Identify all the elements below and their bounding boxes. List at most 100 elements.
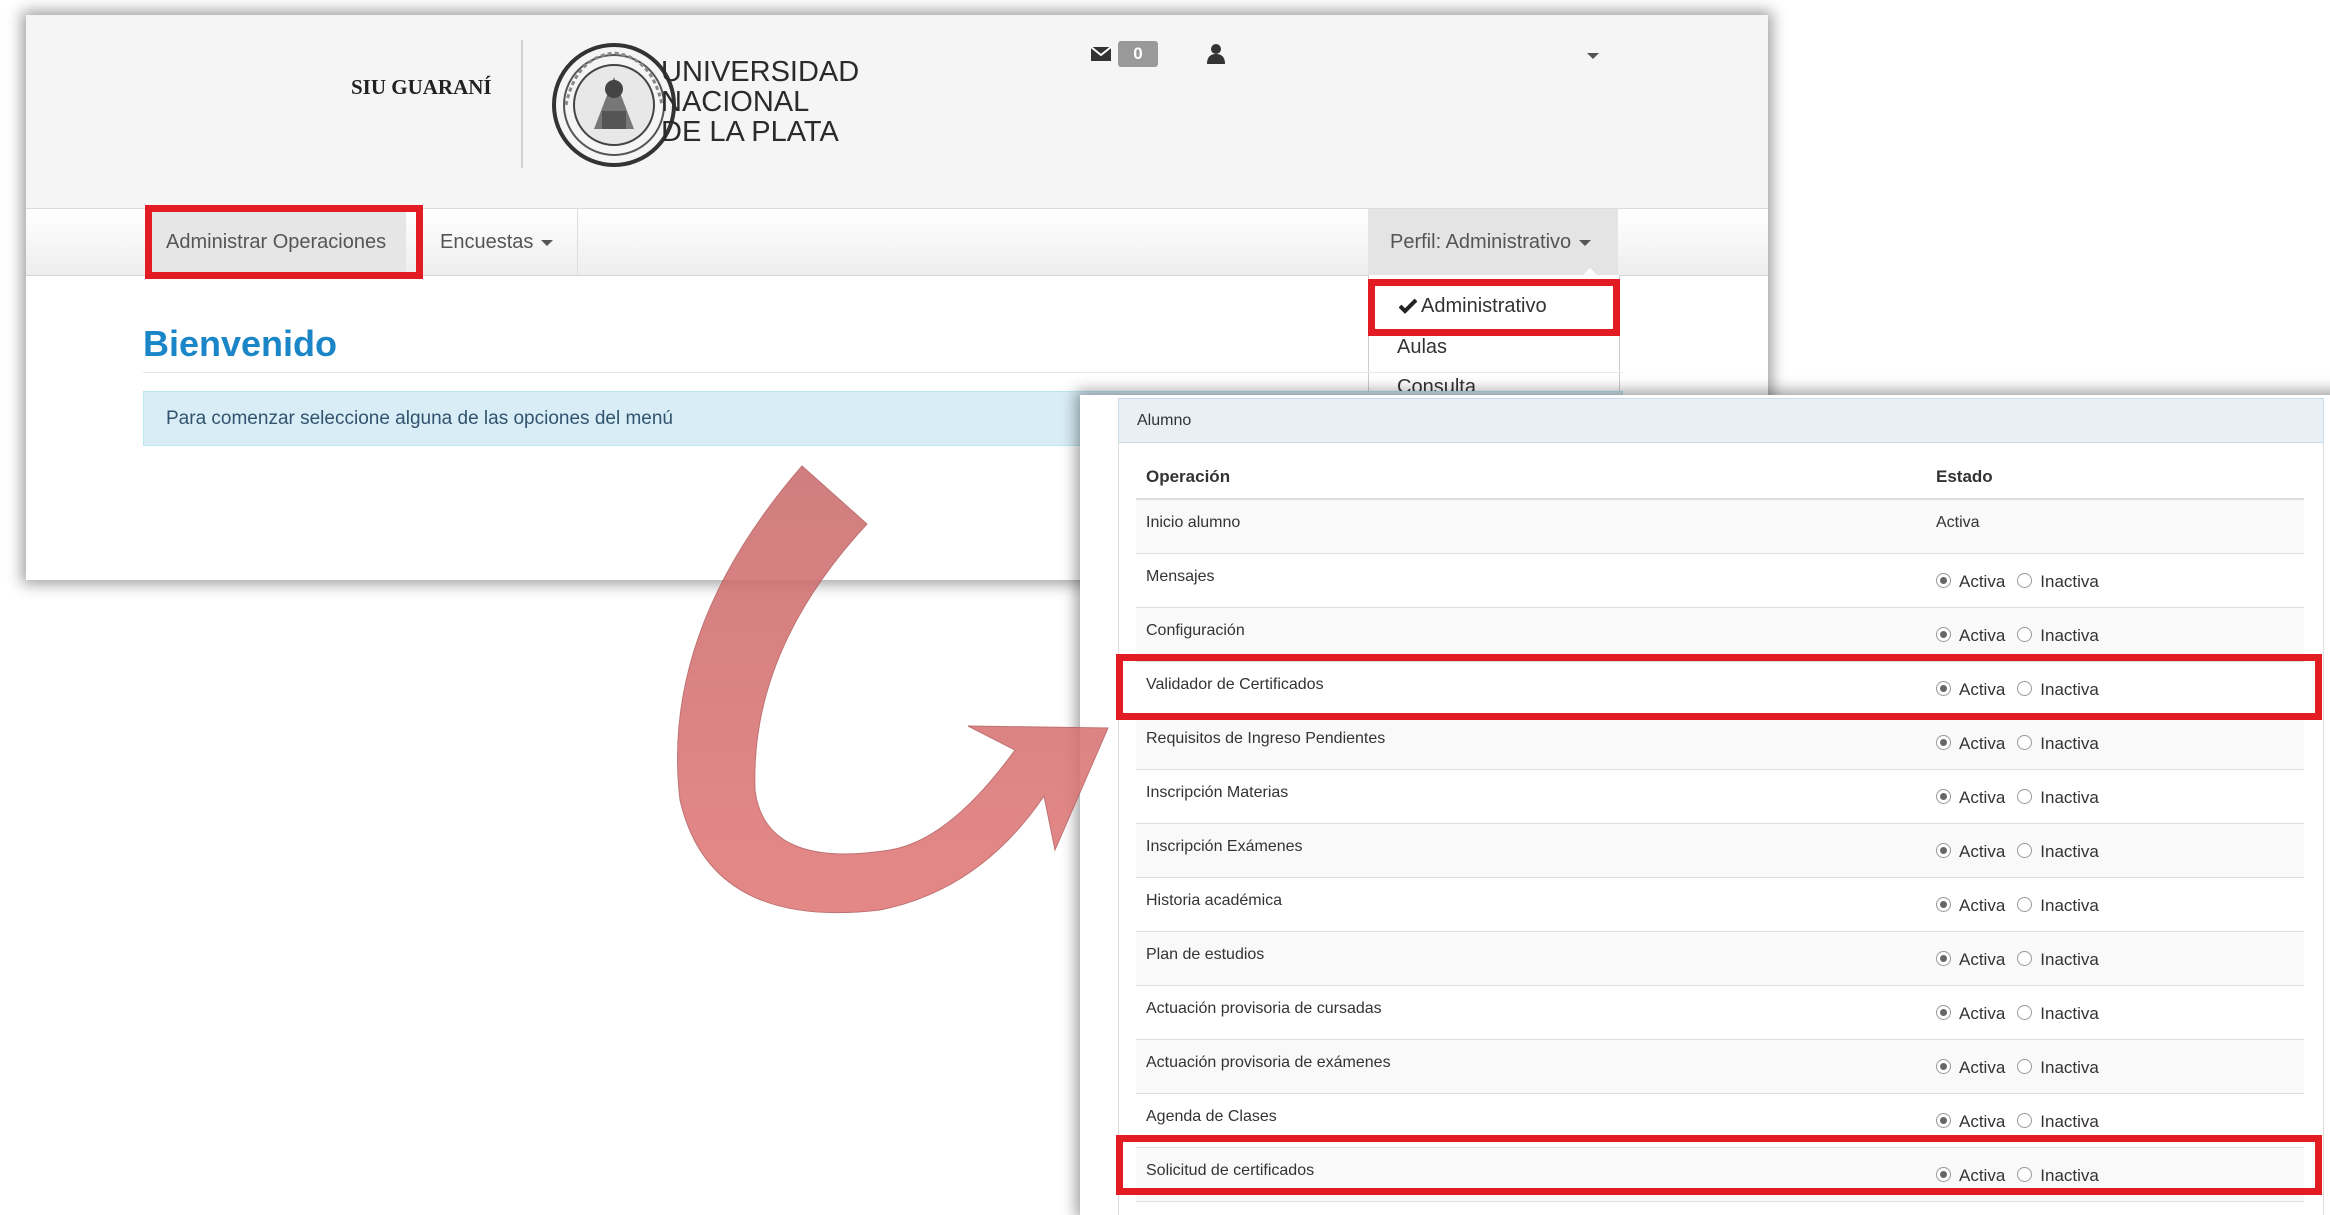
table-row: Requisitos de Ingreso Pendientes Activa In…: [1136, 716, 2304, 770]
radio-activa[interactable]: [1936, 789, 1951, 804]
radio-inactiva-label: Inactiva: [2040, 896, 2099, 915]
radio-inactiva[interactable]: [2017, 1005, 2033, 1020]
radio-activa[interactable]: [1936, 735, 1951, 750]
title-divider: [143, 372, 1623, 373]
radio-activa[interactable]: [1936, 951, 1951, 966]
university-line-1: UNIVERSIDAD: [661, 56, 860, 88]
radio-activa[interactable]: [1936, 843, 1951, 858]
table-row: Actuación provisoria de exámenes Activa In…: [1136, 1040, 2304, 1094]
university-line-2: NACIONAL: [661, 86, 810, 118]
estado-radio-group: Activa Inactiva: [1936, 1058, 2111, 1078]
table-row: Actuación provisoria de cursadas Activa In…: [1136, 986, 2304, 1040]
operation-name: Configuración: [1146, 622, 1245, 639]
estado-radio-group: Activa Inactiva: [1936, 626, 2111, 646]
operations-table: Operación Estado Inicio alumno Activa Mens…: [1136, 457, 2304, 1202]
radio-inactiva[interactable]: [2017, 789, 2033, 804]
user-menu-caret-icon[interactable]: [1587, 53, 1599, 59]
radio-activa[interactable]: [1936, 627, 1951, 642]
radio-activa[interactable]: [1936, 1059, 1951, 1074]
radio-inactiva-label: Inactiva: [2040, 734, 2099, 753]
radio-inactiva-label: Inactiva: [2040, 788, 2099, 807]
table-rows: Inicio alumno Activa Mensajes Activa Inactiv…: [1136, 500, 2304, 1202]
radio-inactiva[interactable]: [2017, 735, 2033, 750]
dropdown-pointer: [1582, 268, 1598, 276]
radio-inactiva-label: Inactiva: [2040, 572, 2099, 591]
envelope-icon[interactable]: [1090, 45, 1112, 63]
estado-radio-group: Activa Inactiva: [1936, 1004, 2111, 1024]
table-row: Inscripción Materias Activa Inactiva: [1136, 770, 2304, 824]
operation-name: Inscripción Exámenes: [1146, 838, 1303, 855]
dropdown-item-aulas[interactable]: Aulas: [1397, 336, 1447, 359]
operation-name: Mensajes: [1146, 568, 1215, 585]
highlight-validador-certificados: [1116, 654, 2322, 720]
radio-inactiva[interactable]: [2017, 951, 2033, 966]
operation-name: Actuación provisoria de cursadas: [1146, 1000, 1382, 1017]
panel-title: Alumno: [1118, 398, 2324, 443]
radio-inactiva[interactable]: [2017, 843, 2033, 858]
dropdown-item-label: Aulas: [1397, 336, 1448, 358]
radio-activa-label: Activa: [1959, 950, 2006, 969]
estado-value: Activa: [1936, 514, 1980, 531]
radio-activa-label: Activa: [1959, 842, 2006, 861]
radio-inactiva-label: Inactiva: [2040, 950, 2099, 969]
table-row: Mensajes Activa Inactiva: [1136, 554, 2304, 608]
radio-inactiva-label: Inactiva: [2040, 1112, 2099, 1131]
estado-radio-group: Activa Inactiva: [1936, 896, 2111, 916]
radio-activa[interactable]: [1936, 573, 1951, 588]
operations-window: Alumno Operación Estado Inicio alumno Act…: [1080, 395, 2330, 1215]
operation-name: Inscripción Materias: [1146, 784, 1289, 801]
university-line-3: DE LA PLATA: [661, 116, 839, 148]
radio-activa[interactable]: [1936, 1113, 1951, 1128]
table-header: Operación Estado: [1136, 457, 2304, 500]
radio-activa-label: Activa: [1959, 1004, 2006, 1023]
table-row: Inscripción Exámenes Activa Inactiva: [1136, 824, 2304, 878]
radio-activa[interactable]: [1936, 897, 1951, 912]
chevron-down-icon: [541, 239, 554, 246]
table-row: Historia académica Activa Inactiva: [1136, 878, 2304, 932]
estado-radio-group: Activa Inactiva: [1936, 572, 2111, 592]
highlight-administrativo: [1368, 279, 1620, 336]
user-icon[interactable]: [1206, 43, 1226, 65]
highlight-administrar-operaciones: [145, 205, 423, 279]
radio-activa[interactable]: [1936, 1005, 1951, 1020]
radio-activa-label: Activa: [1959, 1112, 2006, 1131]
university-name: UNIVERSIDAD NACIONAL DE LA PLATA: [661, 57, 859, 147]
radio-activa-label: Activa: [1959, 788, 2006, 807]
column-header-operacion: Operación: [1146, 467, 1231, 486]
nav-perfil[interactable]: Perfil: Administrativo: [1368, 209, 1618, 275]
radio-activa-label: Activa: [1959, 1058, 2006, 1077]
radio-inactiva-label: Inactiva: [2040, 626, 2099, 645]
siu-brand: SIU GUARANÍ: [351, 75, 492, 99]
operation-name: Historia académica: [1146, 892, 1283, 909]
operation-name: Agenda de Clases: [1146, 1108, 1277, 1125]
brand-divider: [521, 40, 523, 168]
estado-radio-group: Activa Inactiva: [1936, 788, 2111, 808]
table-row: Plan de estudios Activa Inactiva: [1136, 932, 2304, 986]
radio-inactiva[interactable]: [2017, 897, 2033, 912]
nav-perfil-label: Perfil: Administrativo: [1390, 231, 1572, 253]
nav-encuestas[interactable]: Encuestas: [440, 209, 579, 275]
estado-radio-group: Activa Inactiva: [1936, 950, 2111, 970]
radio-inactiva-label: Inactiva: [2040, 842, 2099, 861]
table-row: Inicio alumno Activa: [1136, 500, 2304, 554]
chevron-down-icon: [1579, 239, 1592, 246]
radio-activa-label: Activa: [1959, 896, 2006, 915]
estado-radio-group: Activa Inactiva: [1936, 1112, 2111, 1132]
radio-inactiva[interactable]: [2017, 627, 2033, 642]
radio-activa-label: Activa: [1959, 572, 2006, 591]
radio-activa-label: Activa: [1959, 734, 2006, 753]
estado-radio-group: Activa Inactiva: [1936, 734, 2111, 754]
radio-inactiva[interactable]: [2017, 573, 2033, 588]
operation-name: Requisitos de Ingreso Pendientes: [1146, 730, 1386, 747]
operation-name: Actuación provisoria de exámenes: [1146, 1054, 1391, 1071]
operation-name: Plan de estudios: [1146, 946, 1265, 963]
column-header-estado: Estado: [1936, 467, 1993, 486]
header: [26, 15, 1768, 209]
operation-name: Inicio alumno: [1146, 514, 1241, 531]
radio-inactiva[interactable]: [2017, 1113, 2033, 1128]
nav-encuestas-label: Encuestas: [440, 231, 534, 253]
message-count-badge[interactable]: 0: [1118, 41, 1158, 67]
highlight-solicitud-certificados: [1116, 1135, 2322, 1195]
radio-inactiva-label: Inactiva: [2040, 1004, 2099, 1023]
radio-inactiva[interactable]: [2017, 1059, 2033, 1074]
